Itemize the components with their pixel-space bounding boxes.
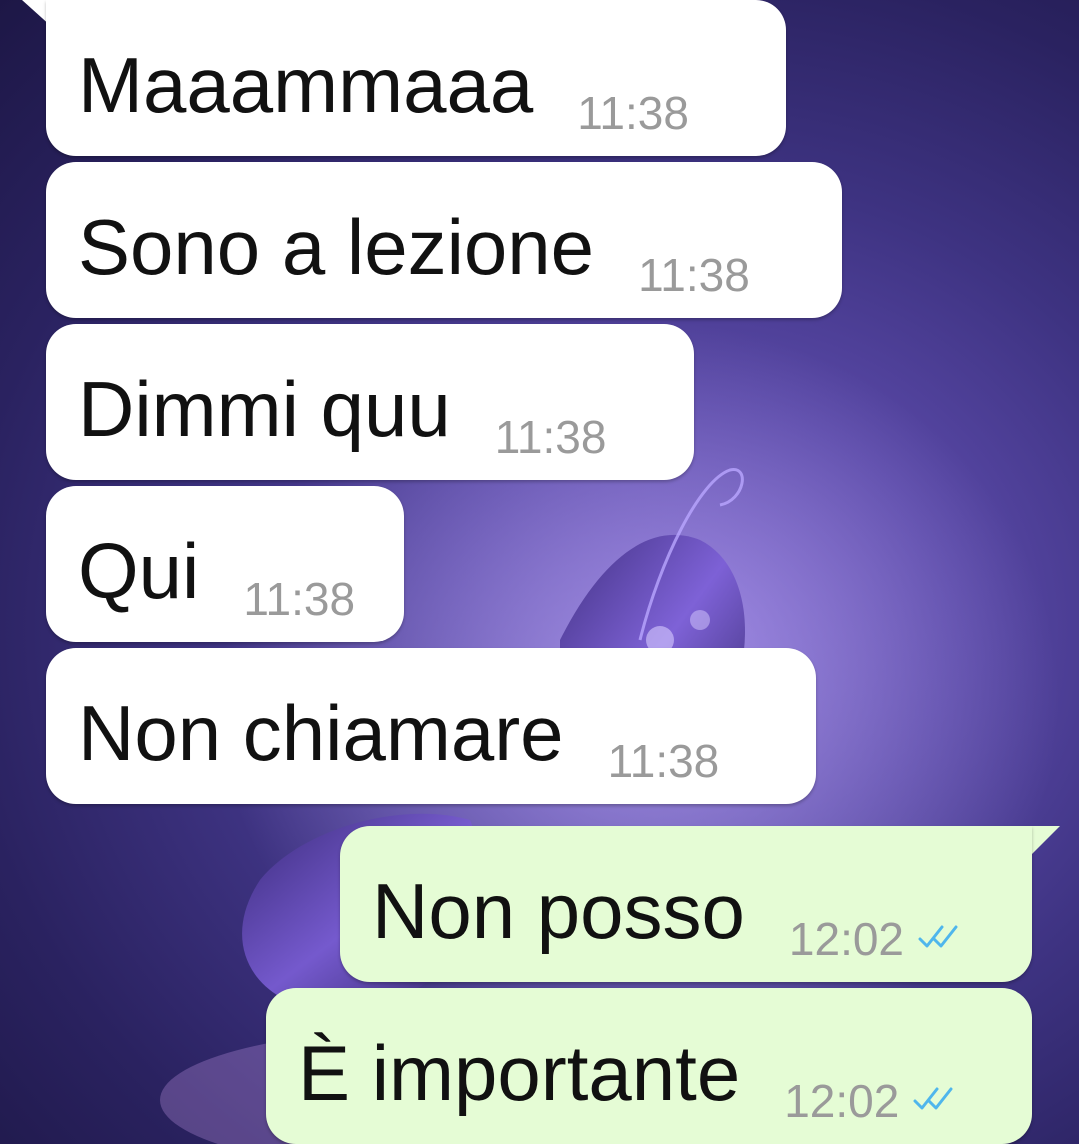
double-check-icon (918, 921, 964, 956)
message-timestamp: 11:38 (638, 249, 750, 301)
message-text: Sono a lezione (78, 203, 595, 291)
message-timestamp: 11:38 (494, 411, 607, 463)
message-bubble-incoming[interactable]: Qui 11:38 (46, 486, 404, 642)
message-timestamp: 11:38 (577, 87, 689, 139)
message-bubble-incoming[interactable]: Dimmi quu 11:38 (46, 324, 694, 480)
message-text: Non posso (372, 867, 745, 955)
message-timestamp: 11:38 (607, 735, 720, 787)
message-timestamp: 11:38 (243, 573, 356, 625)
message-text: Non chiamare (78, 689, 564, 777)
message-timestamp: 12:02 (788, 913, 905, 965)
message-text: Qui (78, 527, 200, 615)
message-text: È importante (298, 1029, 741, 1117)
message-bubble-outgoing[interactable]: È importante 12:02 (266, 988, 1032, 1144)
message-bubble-incoming[interactable]: Sono a lezione 11:38 (46, 162, 842, 318)
message-timestamp: 12:02 (784, 1075, 900, 1127)
message-text: Maaammaaa (78, 41, 534, 129)
message-text: Dimmi quu (78, 365, 451, 453)
message-bubble-incoming[interactable]: Maaammaaa 11:38 (46, 0, 786, 156)
double-check-icon (913, 1083, 959, 1118)
message-bubble-incoming[interactable]: Non chiamare 11:38 (46, 648, 816, 804)
message-bubble-outgoing[interactable]: Non posso 12:02 (340, 826, 1032, 982)
